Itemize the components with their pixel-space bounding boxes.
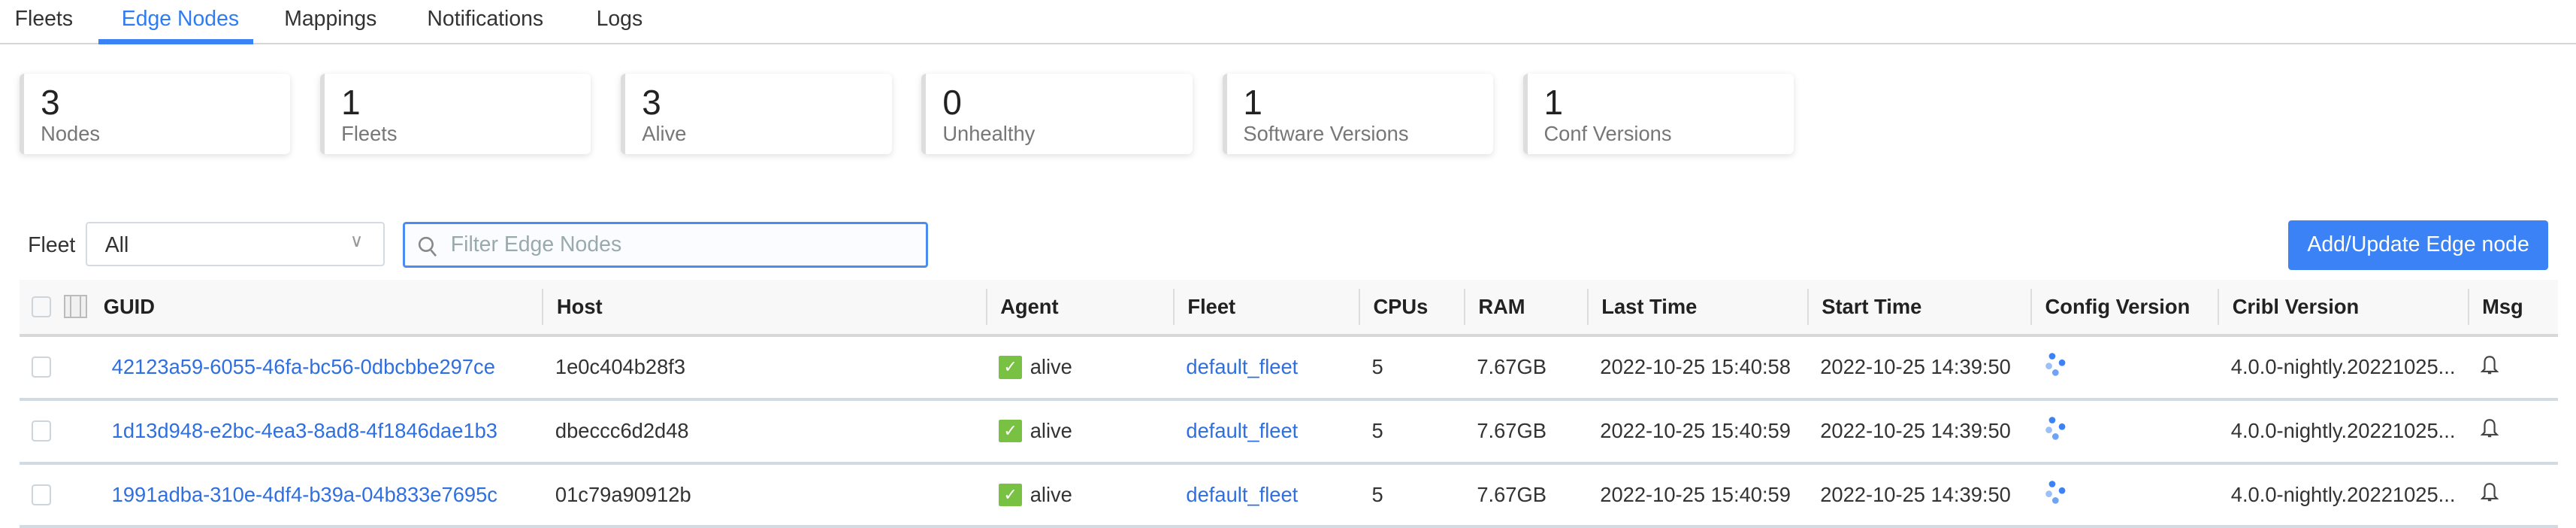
row-checkbox[interactable]: [31, 357, 51, 378]
fleet-select-value: All: [104, 233, 129, 258]
column-header-start-time[interactable]: Start Time: [1807, 288, 2030, 325]
active-tab-indicator: [98, 39, 253, 45]
stat-value: 1: [1243, 83, 1262, 123]
stat-label: Nodes: [41, 121, 101, 145]
last-time-cell: 2022-10-25 15:40:58: [1600, 355, 1791, 379]
loading-dots-icon: [2044, 353, 2067, 382]
table-row[interactable]: 42123a59-6055-46fa-bc56-0dbcbbe297ce 1e0c…: [20, 337, 2558, 401]
filter-edge-nodes-search: [402, 222, 929, 269]
cpus-cell: 5: [1371, 355, 1383, 379]
config-version-cell: [2030, 479, 2218, 511]
start-time-cell: 2022-10-25 14:39:50: [1820, 482, 2011, 506]
stat-card-alive: 3 Alive: [621, 74, 892, 155]
stat-value: 1: [1543, 83, 1563, 123]
column-header-ram[interactable]: RAM: [1463, 288, 1587, 325]
table-row[interactable]: 1d13d948-e2bc-4ea3-8ad8-4f1846dae1b3 dbec…: [20, 401, 2558, 465]
check-icon: ✓: [999, 419, 1022, 443]
check-icon: ✓: [999, 483, 1022, 507]
fleet-link[interactable]: default_fleet: [1186, 419, 1298, 442]
row-checkbox[interactable]: [31, 420, 51, 442]
config-version-cell: [2030, 415, 2218, 447]
cpus-cell: 5: [1371, 419, 1383, 443]
cpus-cell: 5: [1371, 482, 1383, 506]
agent-status: alive: [1029, 419, 1072, 443]
tab-logs[interactable]: Logs: [597, 7, 643, 32]
host-cell: 1e0c404b28f3: [555, 355, 686, 379]
add-update-edge-node-button[interactable]: Add/Update Edge node: [2288, 220, 2548, 270]
bell-icon[interactable]: [2480, 419, 2499, 444]
column-header-cribl-version[interactable]: Cribl Version: [2218, 288, 2467, 325]
column-header-msg[interactable]: Msg: [2467, 288, 2558, 325]
tab-mappings[interactable]: Mappings: [284, 7, 376, 32]
stat-card-unhealthy: 0 Unhealthy: [921, 74, 1193, 155]
tab-edge-nodes[interactable]: Edge Nodes: [122, 7, 239, 32]
agent-cell: ✓ alive: [986, 483, 1173, 507]
tab-notifications[interactable]: Notifications: [427, 7, 543, 32]
stat-label: Conf Versions: [1543, 121, 1672, 145]
column-header-agent[interactable]: Agent: [985, 288, 1173, 325]
stat-card-nodes: 3 Nodes: [20, 74, 291, 155]
tab-fleets[interactable]: Fleets: [15, 7, 73, 32]
column-header-fleet[interactable]: Fleet: [1172, 288, 1359, 325]
stat-card-conf-versions: 1 Conf Versions: [1522, 74, 1794, 155]
check-icon: ✓: [999, 355, 1022, 379]
ram-cell: 7.67GB: [1477, 482, 1547, 506]
column-header-cpus[interactable]: CPUs: [1358, 288, 1464, 325]
agent-status: alive: [1029, 482, 1072, 506]
agent-status: alive: [1029, 355, 1072, 379]
agent-cell: ✓ alive: [986, 355, 1173, 379]
guid-link[interactable]: 1d13d948-e2bc-4ea3-8ad8-4f1846dae1b3: [112, 419, 497, 443]
stat-value: 3: [41, 83, 60, 123]
fleet-select[interactable]: All ∨: [85, 222, 385, 267]
column-header-guid[interactable]: GUID: [104, 289, 155, 325]
config-version-cell: [2030, 351, 2218, 383]
column-header-last-time[interactable]: Last Time: [1586, 288, 1807, 325]
host-cell: dbeccc6d2d48: [555, 419, 689, 443]
last-time-cell: 2022-10-25 15:40:59: [1600, 419, 1791, 443]
row-checkbox[interactable]: [31, 484, 51, 506]
bell-icon[interactable]: [2480, 355, 2499, 380]
cribl-version-cell: 4.0.0-nightly.20221025...: [2230, 419, 2456, 443]
stat-value: 1: [341, 83, 361, 123]
search-icon: [418, 234, 437, 264]
tab-bar: Fleets Edge Nodes Mappings Notifications…: [0, 0, 2576, 45]
host-cell: 01c79a90912b: [555, 482, 691, 506]
guid-link[interactable]: 42123a59-6055-46fa-bc56-0dbcbbe297ce: [112, 355, 495, 379]
loading-dots-icon: [2044, 417, 2067, 446]
stat-card-software-versions: 1 Software Versions: [1222, 74, 1493, 155]
ram-cell: 7.67GB: [1477, 419, 1547, 443]
select-all-checkbox[interactable]: [31, 296, 51, 317]
last-time-cell: 2022-10-25 15:40:59: [1600, 482, 1791, 506]
stat-value: 0: [942, 83, 962, 123]
search-input[interactable]: [447, 230, 915, 259]
table-row[interactable]: 1991adba-310e-4df4-b39a-04b833e7695c 01c7…: [20, 465, 2558, 528]
cribl-version-cell: 4.0.0-nightly.20221025...: [2230, 355, 2456, 379]
stat-card-fleets: 1 Fleets: [320, 74, 591, 155]
column-header-config-version[interactable]: Config Version: [2030, 288, 2218, 325]
chevron-down-icon: ∨: [349, 230, 364, 251]
start-time-cell: 2022-10-25 14:39:50: [1820, 419, 2011, 443]
cribl-version-cell: 4.0.0-nightly.20221025...: [2230, 482, 2456, 506]
loading-dots-icon: [2044, 481, 2067, 510]
fleet-link[interactable]: default_fleet: [1186, 483, 1298, 506]
stat-label: Software Versions: [1243, 121, 1409, 145]
start-time-cell: 2022-10-25 14:39:50: [1820, 355, 2011, 379]
stat-label: Fleets: [341, 121, 398, 145]
bell-icon[interactable]: [2480, 483, 2499, 508]
columns-icon[interactable]: [64, 295, 87, 318]
table-header: GUID Host Agent Fleet CPUs RAM Last Time…: [20, 279, 2558, 337]
fleet-link[interactable]: default_fleet: [1186, 355, 1298, 378]
stat-label: Unhealthy: [942, 121, 1036, 145]
edge-nodes-table: GUID Host Agent Fleet CPUs RAM Last Time…: [20, 279, 2558, 528]
fleet-filter-label: Fleet: [28, 233, 76, 258]
agent-cell: ✓ alive: [986, 419, 1173, 443]
guid-link[interactable]: 1991adba-310e-4df4-b39a-04b833e7695c: [112, 483, 497, 507]
stat-value: 3: [642, 83, 661, 123]
stat-label: Alive: [642, 121, 687, 145]
ram-cell: 7.67GB: [1477, 355, 1547, 379]
column-header-host[interactable]: Host: [542, 288, 985, 325]
